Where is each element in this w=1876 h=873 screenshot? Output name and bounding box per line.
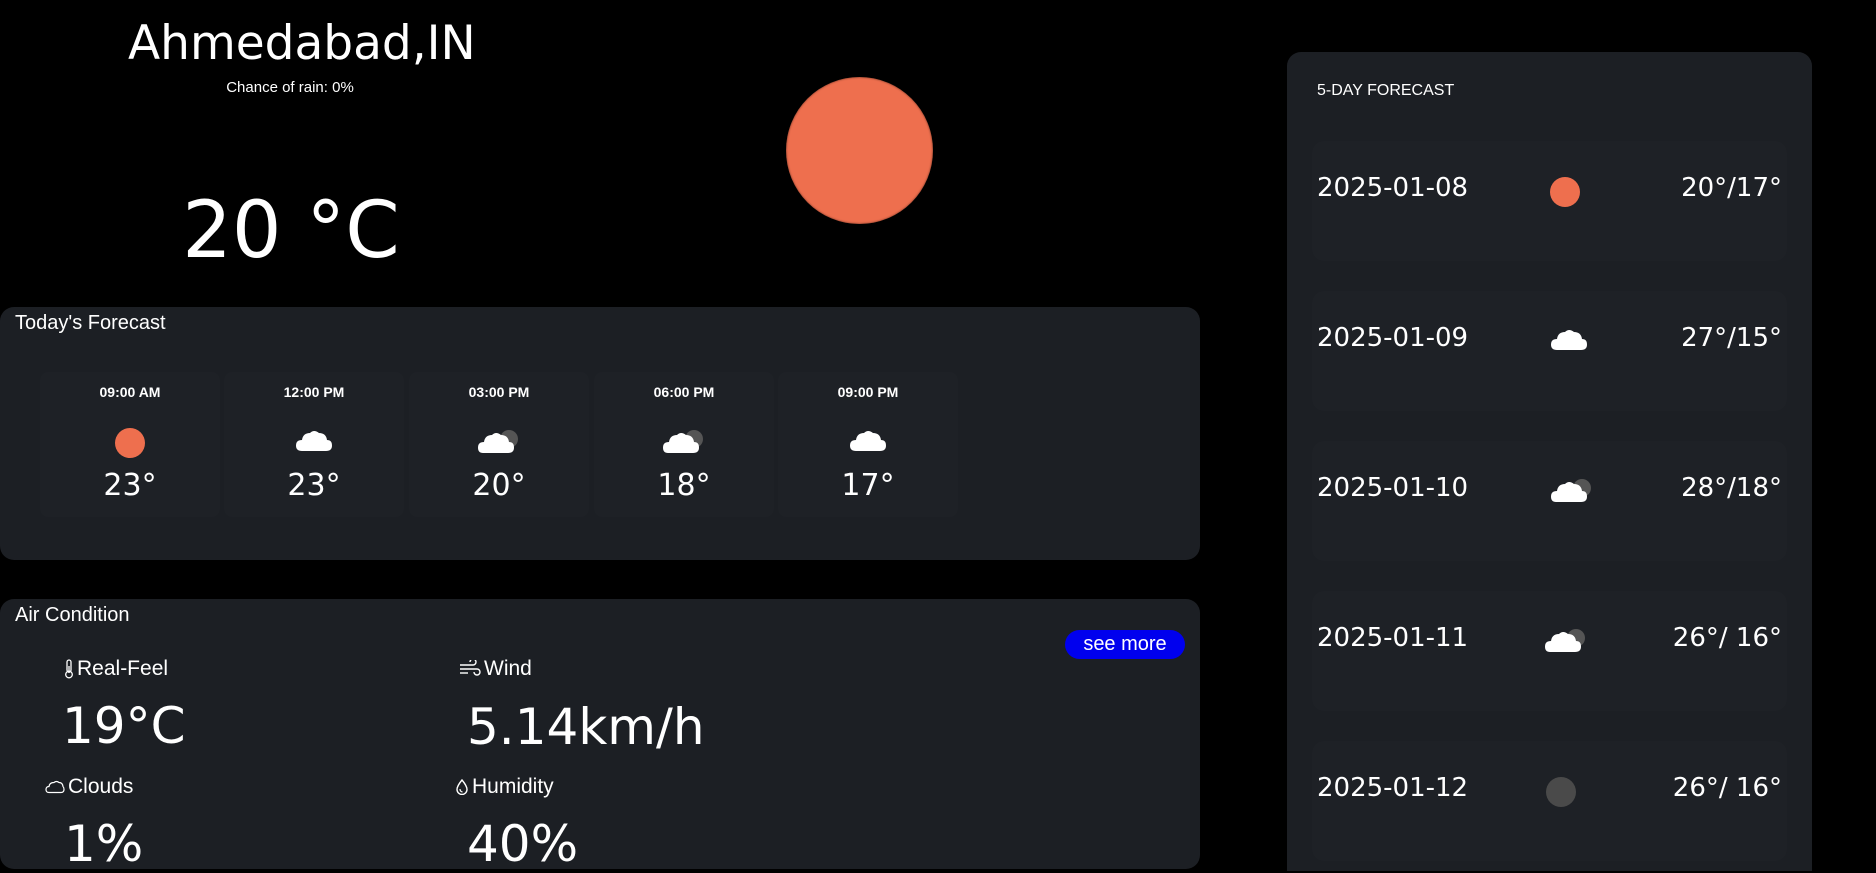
hour-temp: 20° xyxy=(472,468,526,503)
air-condition-title: Air Condition xyxy=(15,604,130,626)
cloud-moon-icon xyxy=(662,428,706,454)
hourly-forecast-item: 09:00 PM 17° xyxy=(778,372,958,517)
hourly-forecast-item: 12:00 PM 23° xyxy=(224,372,404,517)
day-date: 2025-01-09 xyxy=(1317,323,1469,353)
droplet-icon xyxy=(455,779,469,795)
daily-forecast-row: 2025-01-11 26°/ 16° xyxy=(1312,591,1787,711)
day-temp-range: 26°/ 16° xyxy=(1672,773,1782,803)
sun-icon xyxy=(786,77,933,224)
wind-icon xyxy=(459,660,481,678)
sun-icon xyxy=(1550,177,1580,207)
cloud-outline-icon xyxy=(45,780,65,794)
moon-icon xyxy=(1546,777,1576,807)
hourly-forecast-item: 09:00 AM 23° xyxy=(40,372,220,517)
day-date: 2025-01-11 xyxy=(1317,623,1469,653)
cloud-moon-icon xyxy=(1544,627,1588,653)
daily-forecast-row: 2025-01-08 20°/17° xyxy=(1312,141,1787,261)
wind-value: 5.14km/h xyxy=(467,698,705,756)
cloud-icon xyxy=(849,428,887,452)
thermometer-icon xyxy=(64,659,74,679)
hour-temp: 23° xyxy=(287,468,341,503)
day-date: 2025-01-10 xyxy=(1317,473,1469,503)
daily-forecast-row: 2025-01-10 28°/18° xyxy=(1312,441,1787,561)
cloud-icon xyxy=(1550,327,1588,351)
hour-temp: 23° xyxy=(103,468,157,503)
hour-time: 06:00 PM xyxy=(653,384,715,400)
cloud-icon xyxy=(295,428,333,452)
clouds-label: Clouds xyxy=(68,775,134,798)
day-temp-range: 20°/17° xyxy=(1681,173,1782,203)
humidity-value: 40% xyxy=(467,815,579,873)
day-date: 2025-01-12 xyxy=(1317,773,1469,803)
daily-forecast-row: 2025-01-12 26°/ 16° xyxy=(1312,741,1787,861)
real-feel-value: 19°C xyxy=(62,697,186,755)
see-more-button[interactable]: see more xyxy=(1065,630,1185,659)
five-day-forecast-title: 5-DAY FORECAST xyxy=(1317,82,1455,99)
sun-icon xyxy=(115,428,145,458)
hour-time: 09:00 AM xyxy=(99,384,161,400)
hour-time: 12:00 PM xyxy=(283,384,345,400)
humidity-label: Humidity xyxy=(472,775,554,798)
day-date: 2025-01-08 xyxy=(1317,173,1469,203)
real-feel-label-group: Real-Feel xyxy=(64,657,168,681)
wind-label-group: Wind xyxy=(459,657,532,681)
hour-time: 03:00 PM xyxy=(468,384,530,400)
real-feel-label: Real-Feel xyxy=(77,657,169,680)
todays-forecast-panel: Today's Forecast 09:00 AM 23° 12:00 PM 2… xyxy=(0,307,1200,560)
clouds-value: 1% xyxy=(64,815,144,873)
five-day-forecast-panel: 5-DAY FORECAST 2025-01-08 20°/17° 2025-0… xyxy=(1287,52,1812,871)
day-temp-range: 27°/15° xyxy=(1681,323,1782,353)
cloud-moon-icon xyxy=(477,428,521,454)
day-temp-range: 28°/18° xyxy=(1681,473,1782,503)
cloud-moon-icon xyxy=(1550,477,1594,503)
hour-temp: 18° xyxy=(657,468,711,503)
todays-forecast-title: Today's Forecast xyxy=(15,312,166,334)
rain-chance: Chance of rain: 0% xyxy=(226,79,354,96)
hourly-forecast-item: 06:00 PM 18° xyxy=(594,372,774,517)
clouds-label-group: Clouds xyxy=(45,775,133,799)
wind-label: Wind xyxy=(484,657,532,680)
hourly-forecast-item: 03:00 PM 20° xyxy=(409,372,589,517)
current-temperature: 20 °C xyxy=(182,186,400,276)
daily-forecast-row: 2025-01-09 27°/15° xyxy=(1312,291,1787,411)
day-temp-range: 26°/ 16° xyxy=(1672,623,1782,653)
hour-time: 09:00 PM xyxy=(837,384,899,400)
hour-temp: 17° xyxy=(841,468,895,503)
city-name: Ahmedabad,IN xyxy=(128,16,476,71)
humidity-label-group: Humidity xyxy=(455,775,554,799)
